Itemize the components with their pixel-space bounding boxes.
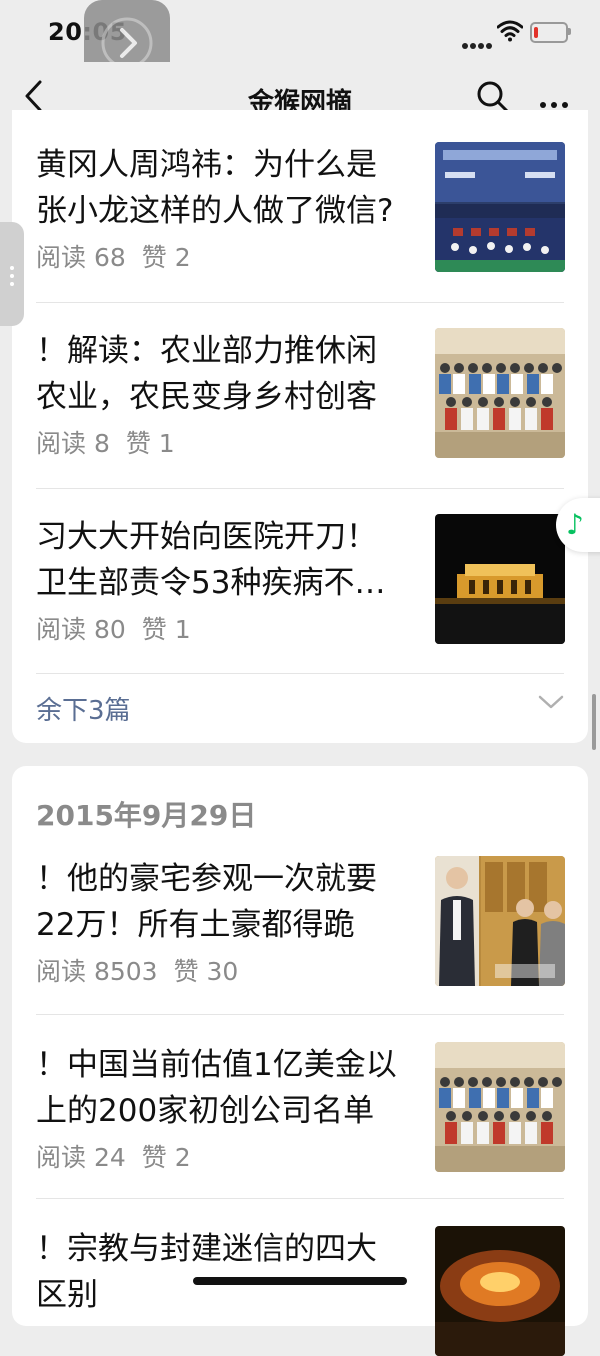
home-indicator[interactable] (193, 1277, 407, 1285)
read-count: 阅读 8 (36, 429, 110, 458)
article-meta: 阅读 80 赞 1 (36, 610, 207, 646)
article-thumbnail (435, 328, 565, 458)
divider (36, 302, 564, 303)
article-meta: 阅读 8 赞 1 (36, 424, 191, 460)
article-title: 黄冈人周鸿祎：为什么是张小龙这样的人做了微信? (36, 147, 394, 229)
read-count: 阅读 68 (36, 243, 126, 272)
handle-dot (10, 282, 14, 286)
article-group-card: 黄冈人周鸿祎：为什么是张小龙这样的人做了微信? 阅读 68 赞 2 ！解读：农业部… (12, 110, 588, 743)
more-articles-label: 余下3篇 (36, 696, 131, 726)
like-count: 赞 1 (141, 615, 191, 644)
read-count: 阅读 8503 (36, 957, 158, 986)
like-count: 赞 2 (141, 243, 191, 272)
battery-tip (568, 28, 571, 35)
article-thumbnail (435, 856, 565, 986)
chevron-down-icon (538, 694, 564, 710)
article-title: 习大大开始向医院开刀！卫生部责令53种疾病不必住院 (36, 519, 386, 601)
like-count: 赞 2 (141, 1143, 191, 1172)
more-icon-dot (540, 102, 546, 108)
divider (36, 673, 564, 674)
signal-icon (462, 34, 494, 53)
article-title: ！解读：农业部力推休闲农业，农民变身乡村创客 (36, 333, 377, 415)
article-thumbnail (435, 1226, 565, 1356)
like-count: 赞 1 (125, 429, 175, 458)
article-meta: 阅读 68 赞 2 (36, 238, 207, 274)
more-icon-dot (562, 102, 568, 108)
handle-dot (10, 266, 14, 270)
more-icon-dot (551, 102, 557, 108)
wifi-icon (497, 20, 523, 42)
search-icon (477, 81, 509, 113)
article-meta: 阅读 24 赞 2 (36, 1138, 207, 1174)
article-title: ！宗教与封建迷信的四大区别 (36, 1231, 377, 1313)
scrollbar[interactable] (592, 694, 596, 750)
divider (36, 1198, 564, 1199)
side-drawer-handle[interactable] (0, 222, 24, 326)
battery-icon (530, 22, 568, 43)
read-count: 阅读 80 (36, 615, 126, 644)
divider (36, 488, 564, 489)
article-meta: 阅读 8503 赞 30 (36, 952, 254, 988)
music-note-icon: ♪ (566, 508, 584, 541)
search-button[interactable] (476, 80, 510, 114)
article-thumbnail (435, 142, 565, 272)
article-thumbnail (435, 1042, 565, 1172)
publish-date: 2015年9月29日 (36, 799, 257, 832)
article-title: ！中国当前估值1亿美金以上的200家初创公司名单 (36, 1047, 397, 1129)
handle-dot (10, 274, 14, 278)
like-count: 赞 30 (173, 957, 239, 986)
expand-more-articles[interactable]: 余下3篇 (36, 686, 564, 736)
article-group-card: 2015年9月29日 ！他的豪宅参观一次就要22万！所有土豪都得跪 阅读 850… (12, 766, 588, 1356)
article-thumbnail (435, 514, 565, 644)
article-title: ！他的豪宅参观一次就要22万！所有土豪都得跪 (36, 861, 377, 943)
read-count: 阅读 24 (36, 1143, 126, 1172)
divider (36, 1014, 564, 1015)
